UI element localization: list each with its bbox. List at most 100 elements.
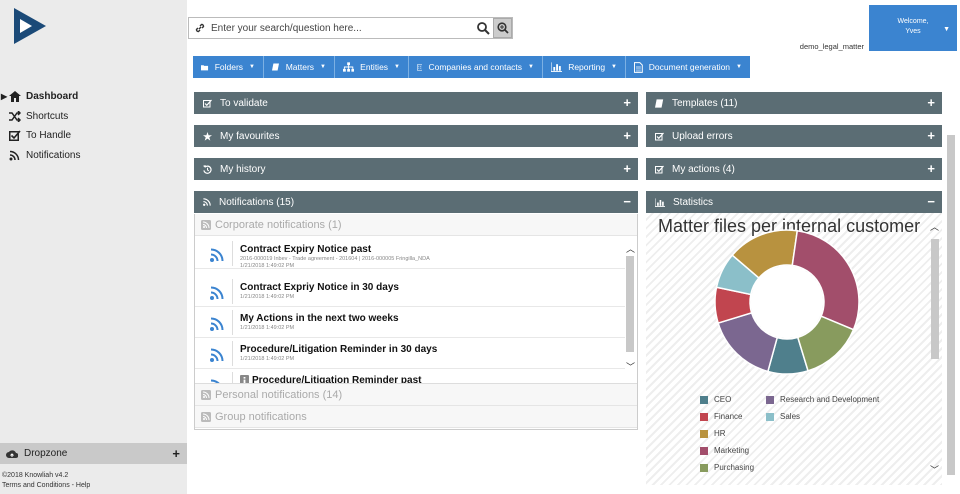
sidebar-item-dashboard[interactable]: ▶ Dashboard	[0, 87, 187, 107]
scroll-up-icon[interactable]: ︿	[930, 220, 939, 233]
user-menu[interactable]: Welcome, Yves ▼	[869, 5, 957, 51]
toolbar-label: Matters	[285, 62, 315, 72]
notification-item[interactable]: Contract Expiry Notice past 2016-000019 …	[195, 238, 625, 269]
legend-label: CEO	[714, 395, 732, 404]
panel-title: My favourites	[220, 130, 280, 142]
panel-templates[interactable]: Templates (11) +	[646, 92, 942, 114]
sidebar-item-label: To Handle	[26, 130, 72, 142]
panel-title: Templates (11)	[672, 97, 738, 109]
toolbar-document-generation[interactable]: Document generation ▼	[626, 56, 750, 78]
legend-item[interactable]: HR	[700, 429, 726, 438]
divider	[232, 241, 233, 266]
toolbar-matters[interactable]: Matters ▼	[264, 56, 335, 78]
sitemap-icon	[343, 62, 355, 72]
dropzone-label: Dropzone	[24, 448, 68, 459]
expand-button[interactable]: +	[927, 128, 935, 143]
scroll-thumb[interactable]	[947, 135, 955, 475]
panel-upload-errors[interactable]: Upload errors +	[646, 125, 942, 147]
legend-label: Research and Development	[780, 395, 880, 404]
building-icon	[417, 63, 423, 71]
statistics-scrollbar[interactable]: ︿ ﹀	[928, 221, 942, 483]
shuffle-icon	[9, 110, 21, 122]
search-input[interactable]	[211, 22, 471, 34]
collapse-button[interactable]: −	[623, 194, 631, 209]
home-icon	[9, 91, 21, 103]
notification-title: Contract Expiry Notice past	[240, 244, 372, 255]
collapse-button[interactable]: −	[927, 194, 935, 209]
search-button[interactable]	[475, 19, 491, 37]
rss-square-icon	[201, 219, 211, 230]
sidebar-item-notifications[interactable]: Notifications	[0, 146, 187, 166]
cloud-upload-icon	[6, 449, 18, 458]
divider	[232, 372, 233, 383]
scroll-thumb[interactable]	[931, 239, 939, 359]
folder-icon	[201, 64, 209, 70]
chevron-down-icon: ▼	[943, 26, 950, 33]
legend-label: Purchasing	[714, 463, 755, 472]
group-corporate-notifications[interactable]: Corporate notifications (1)	[195, 214, 637, 236]
checkbox-icon	[655, 165, 664, 173]
legend-item[interactable]: Sales	[766, 412, 800, 421]
group-personal-notifications[interactable]: Personal notifications (14)	[195, 384, 637, 406]
statistics-body: Matter files per internal customer CEO Re…	[646, 213, 942, 485]
expand-button[interactable]: +	[623, 95, 631, 110]
rss-icon	[210, 286, 224, 300]
expand-button[interactable]: +	[623, 128, 631, 143]
page-scrollbar[interactable]	[945, 115, 957, 485]
zoom-in-icon	[496, 22, 509, 34]
sidebar-item-shortcuts[interactable]: Shortcuts	[0, 107, 187, 127]
panel-title: My history	[220, 163, 266, 175]
side-nav: ▶ Dashboard Shortcuts To Handle Notifica…	[0, 87, 187, 165]
expand-button[interactable]: +	[927, 161, 935, 176]
legend-item[interactable]: Marketing	[700, 446, 749, 455]
expand-button[interactable]: +	[623, 161, 631, 176]
panel-notifications[interactable]: Notifications (15) −	[194, 191, 638, 213]
legend-item[interactable]: Finance	[700, 412, 742, 421]
panel-statistics[interactable]: Statistics −	[646, 191, 942, 213]
main-toolbar: Folders ▼ Matters ▼ Entities ▼ Companies an…	[193, 56, 750, 78]
sidebar-item-to-handle[interactable]: To Handle	[0, 126, 187, 146]
knowliah-logo[interactable]	[10, 6, 50, 46]
group-title: Corporate notifications (1)	[215, 218, 342, 231]
notification-item[interactable]: My Actions in the next two weeks 1/21/20…	[195, 307, 625, 338]
notification-details: 2016-000019 Inbev - Trade agreement - 20…	[240, 256, 430, 270]
legend-item[interactable]: Purchasing	[700, 463, 754, 472]
scroll-down-icon[interactable]: ﹀	[626, 360, 635, 373]
panel-my-favourites[interactable]: My favourites +	[194, 125, 638, 147]
toolbar-companies-contacts[interactable]: Companies and contacts ▼	[409, 56, 543, 78]
search-bar	[188, 17, 513, 39]
notifications-body: Corporate notifications (1) Contract Exp…	[194, 214, 638, 430]
checkbox-icon	[655, 132, 664, 140]
scroll-down-icon[interactable]: ﹀	[930, 463, 939, 476]
notification-item[interactable]: Procedure/Litigation Reminder in 30 days…	[195, 338, 625, 369]
bar-chart-icon	[551, 62, 563, 72]
panel-my-history[interactable]: My history +	[194, 158, 638, 180]
scroll-thumb[interactable]	[626, 256, 634, 352]
notification-item[interactable]: Procedure/Litigation Reminder past	[195, 369, 625, 383]
scroll-up-icon[interactable]: ︿	[626, 242, 635, 255]
notification-scrollbar[interactable]: ︿ ﹀	[624, 236, 636, 383]
rss-square-icon	[201, 411, 211, 422]
dropzone-bar[interactable]: Dropzone +	[0, 443, 187, 464]
legend-item[interactable]: CEO	[700, 395, 731, 404]
group-group-notifications[interactable]: Group notifications	[195, 406, 637, 428]
panel-my-actions[interactable]: My actions (4) +	[646, 158, 942, 180]
expand-button[interactable]: +	[927, 95, 935, 110]
toolbar-reporting[interactable]: Reporting ▼	[543, 56, 626, 78]
notification-timestamp: 1/21/2018 1:49:02 PM	[240, 325, 295, 331]
footer-links[interactable]: Terms and Conditions - Help	[2, 481, 90, 491]
dropzone-expand-button[interactable]: +	[172, 446, 180, 461]
notification-reference[interactable]: 2016-000019 Inbev - Trade agreement - 20…	[240, 256, 430, 263]
notification-timestamp: 1/21/2018 1:49:02 PM	[240, 294, 295, 300]
notification-item[interactable]: Contract Expriy Notice in 30 days 1/21/2…	[195, 276, 625, 307]
toolbar-label: Folders	[214, 62, 244, 72]
legend-item[interactable]: Research and Development	[766, 395, 879, 404]
toolbar-entities[interactable]: Entities ▼	[335, 56, 409, 78]
caret-down-icon: ▼	[528, 64, 534, 70]
legend-swatch	[766, 412, 774, 421]
legend-swatch	[700, 429, 708, 438]
advanced-search-button[interactable]	[493, 18, 512, 38]
panel-to-validate[interactable]: To validate +	[194, 92, 638, 114]
link-icon	[195, 23, 205, 33]
toolbar-folders[interactable]: Folders ▼	[193, 56, 264, 78]
